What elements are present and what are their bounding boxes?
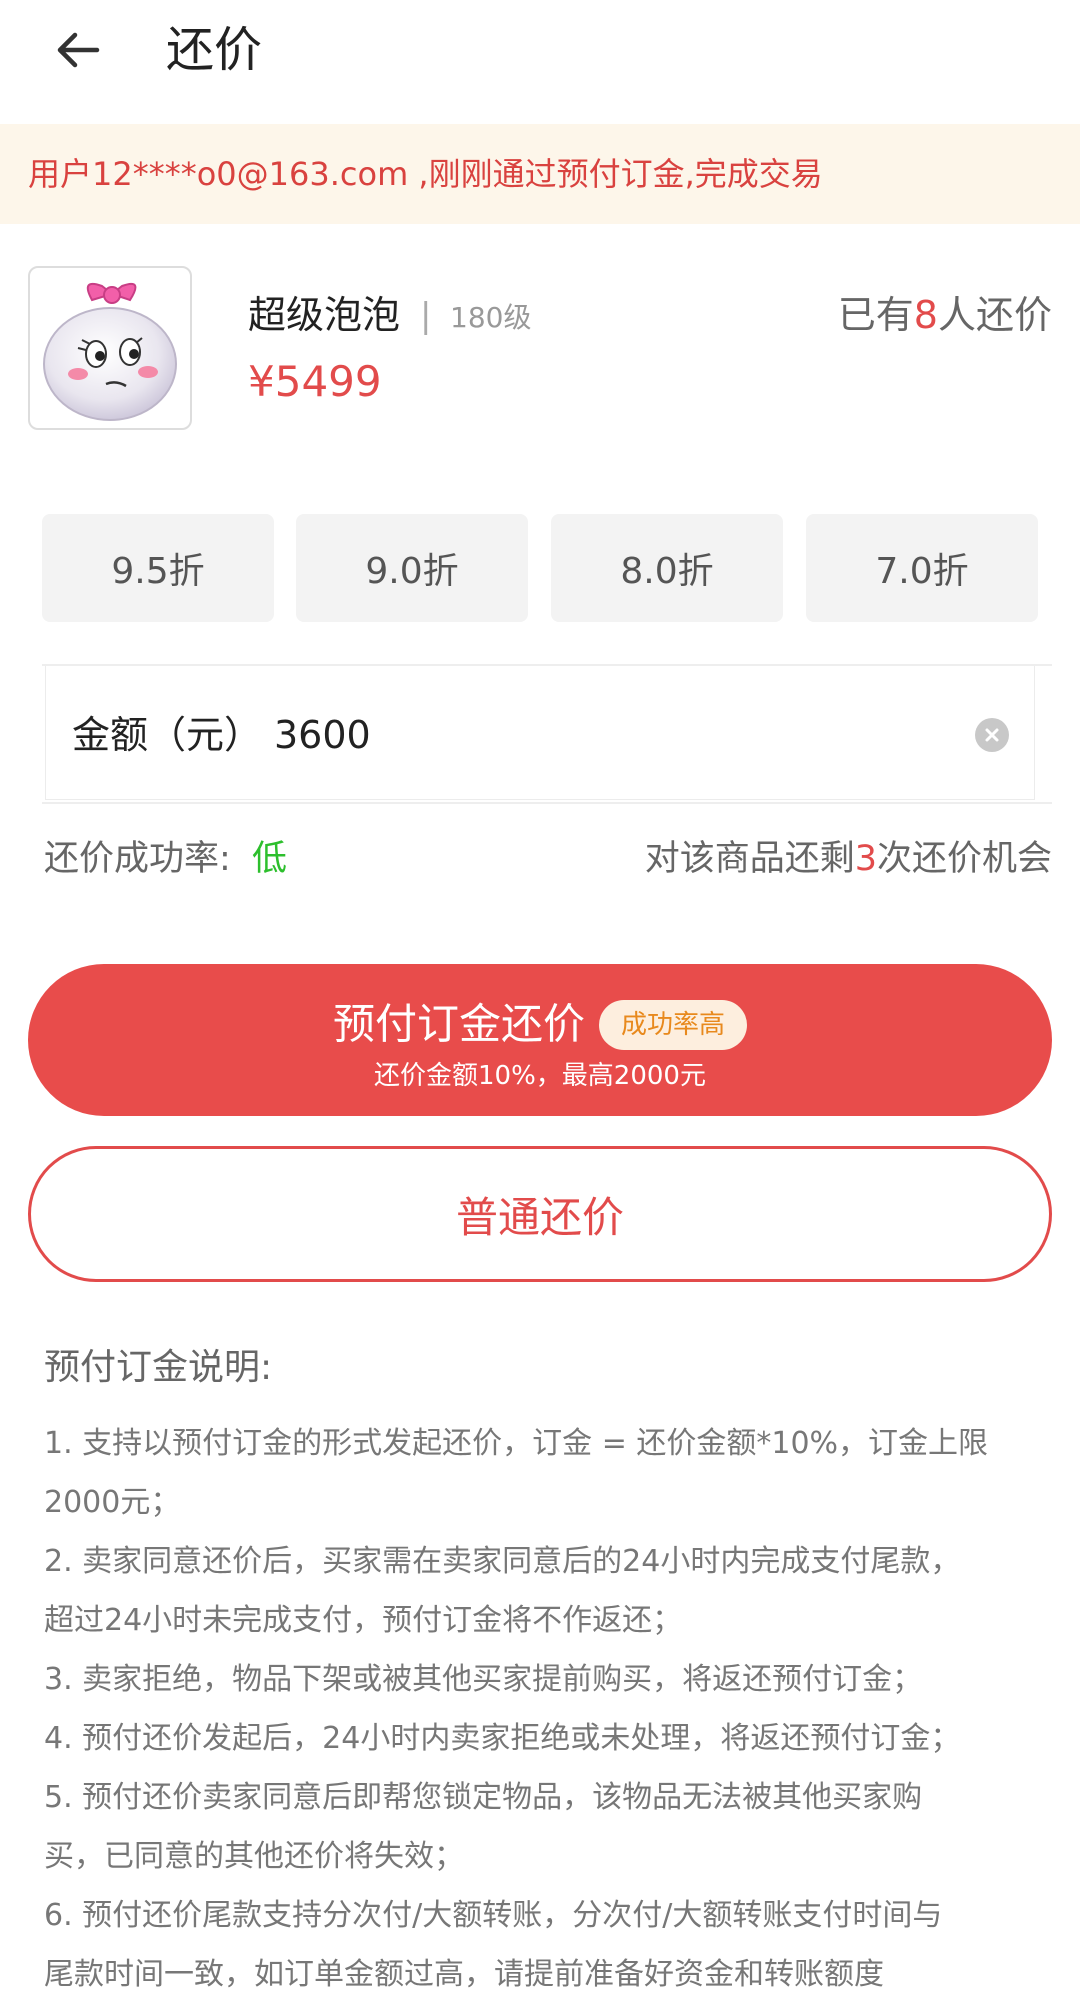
success-rate-label: 还价成功率:: [44, 839, 231, 879]
product-price: ¥5499: [248, 357, 382, 406]
product-name: 超级泡泡: [248, 293, 401, 337]
amount-input[interactable]: 3600: [274, 710, 371, 760]
bids-suffix: 人还价: [937, 293, 1052, 337]
chances-suffix: 次还价机会: [876, 839, 1052, 879]
explanation-line: 1. 支持以预付订金的形式发起还价，订金 = 还价金额*10%，订金上限: [44, 1426, 989, 1461]
product-separator: |: [420, 296, 432, 336]
explanation-line: 4. 预付还价发起后，24小时内卖家拒绝或未处理，将返还预付订金；: [44, 1721, 961, 1756]
success-rate-value: 低: [252, 839, 288, 879]
explanation-line: 2000元；: [44, 1485, 181, 1520]
normal-bid-button[interactable]: 普通还价: [28, 1146, 1052, 1282]
arrow-left-icon: [57, 32, 100, 68]
explanation-line: 买，已同意的其他还价将失效；: [44, 1839, 464, 1874]
header-bar: [0, 0, 1080, 124]
clear-button[interactable]: [975, 718, 1009, 752]
discount-button-80[interactable]: 8.0折: [551, 514, 783, 622]
explanation-title: 预付订金说明:: [44, 1347, 273, 1388]
product-level: 180级: [450, 301, 532, 334]
chances-prefix: 对该商品还剩: [644, 839, 855, 879]
clear-circle-icon: [985, 728, 999, 742]
product-avatar: [28, 266, 192, 430]
notice-text: 用户12****o0@163.com ,刚刚通过预付订金,完成交易: [28, 155, 823, 193]
explanation-line: 超过24小时未完成支付，预付订金将不作返还；: [44, 1603, 683, 1638]
explanation-line: 6. 预付还价尾款支持分次付/大额转账，分次付/大额转账支付时间与: [44, 1898, 943, 1933]
page-title: 还价: [166, 22, 263, 78]
chances-count: 3: [854, 839, 877, 879]
prepay-button-label: 预付订金还价: [332, 999, 585, 1049]
high-success-badge: 成功率高: [599, 999, 748, 1050]
bubble-character-avatar: [43, 282, 177, 421]
divider: [42, 802, 1052, 804]
explanation-list: 1. 支持以预付订金的形式发起还价，订金 = 还价金额*10%，订金上限 200…: [44, 1414, 1044, 2004]
explanation-line: 3. 卖家拒绝，物品下架或被其他买家提前购买，将返还预付订金；: [44, 1662, 923, 1697]
amount-label: 金额（元）: [72, 713, 263, 757]
explanation-line: 5. 预付还价卖家同意后即帮您锁定物品，该物品无法被其他买家购: [44, 1780, 923, 1815]
discount-button-70[interactable]: 7.0折: [806, 514, 1038, 622]
bids-prefix: 已有: [837, 293, 914, 337]
discount-button-90[interactable]: 9.0折: [296, 514, 528, 622]
remaining-chances-text: 对该商品还剩3次还价机会: [645, 834, 1052, 884]
transaction-notice: 用户12****o0@163.com ,刚刚通过预付订金,完成交易: [0, 124, 1080, 224]
back-button[interactable]: [48, 20, 108, 80]
explanation-line: 尾款时间一致，如订单金额过高，请提前准备好资金和转账额度: [44, 1957, 884, 1992]
prepay-main-row: 预付订金还价 成功率高: [28, 994, 1052, 1053]
bid-count-text: 已有8人还价: [838, 290, 1052, 340]
explanation-line: 2. 卖家同意还价后，买家需在卖家同意后的24小时内完成支付尾款，: [44, 1544, 961, 1579]
discount-button-95[interactable]: 9.5折: [42, 514, 274, 622]
bids-count: 8: [913, 293, 938, 337]
prepay-deposit-bid-button[interactable]: 预付订金还价 成功率高 还价金额10%，最高2000元: [28, 964, 1052, 1116]
prepay-button-subtitle: 还价金额10%，最高2000元: [374, 1061, 706, 1091]
